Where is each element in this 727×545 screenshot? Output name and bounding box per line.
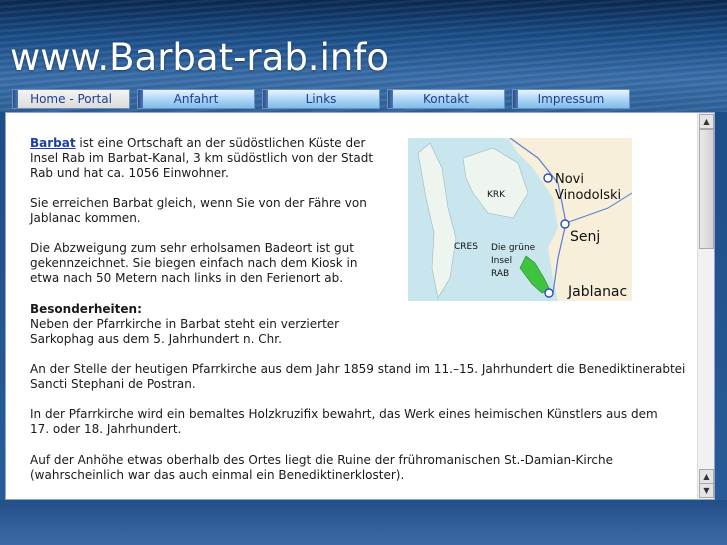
map-label-green2: Insel <box>491 256 512 266</box>
church-line: Sancti Stephani de Postran. <box>30 377 196 391</box>
features-heading: Besonderheiten: <box>30 302 142 316</box>
scroll-down-arrow-icon[interactable]: ▼ <box>699 483 714 498</box>
intro-text: ist eine Ortschaft an der südöstlichen K… <box>79 136 366 150</box>
scroll-up-arrow-icon[interactable]: ▲ <box>699 114 714 129</box>
scroll-up-arrow-icon[interactable]: ▲ <box>699 469 714 484</box>
intro-paragraph: Barbat ist eine Ortschaft an der südöstl… <box>30 136 365 151</box>
nav-grip <box>263 90 268 108</box>
barbat-link[interactable]: Barbat <box>30 136 76 150</box>
map-label-rab: RAB <box>491 269 509 279</box>
nav-home-portal[interactable]: Home - Portal <box>12 89 130 109</box>
intro-line: Rab und hat ca. 1056 Einwohner. <box>30 166 229 180</box>
map-label-vinodolski: Vinodolski <box>555 188 621 203</box>
nav-grip <box>388 90 393 108</box>
map-label-novi: Novi <box>555 172 584 187</box>
church-line: An der Stelle der heutigen Pfarrkirche a… <box>30 362 686 376</box>
region-map: Novi Vinodolski KRK Senj CRES Die grüne … <box>408 138 632 301</box>
nav-label: Home - Portal <box>30 92 112 106</box>
ruin-line: (wahrscheinlich war das auch einmal ein … <box>30 468 405 482</box>
map-label-jablanac: Jablanac <box>567 284 627 300</box>
nav-label: Links <box>305 92 337 106</box>
ferry-line: Jablanac kommen. <box>30 211 141 225</box>
nav-label: Anfahrt <box>173 92 219 106</box>
map-label-senj: Senj <box>570 229 600 245</box>
header-banner: www.Barbat-rab.info Home - Portal Anfahr… <box>0 0 727 112</box>
vertical-scrollbar[interactable]: ▲ ▲ ▼ <box>697 113 714 499</box>
map-label-green1: Die grüne <box>491 243 536 253</box>
features-line: Sarkophag aus dem 5. Jahrhundert n. Chr. <box>30 332 282 346</box>
map-label-krk: KRK <box>487 190 506 200</box>
turn-line: etwa nach 50 Metern nach links in den Fe… <box>30 271 344 285</box>
nav-links[interactable]: Links <box>262 89 380 109</box>
nav-impressum[interactable]: Impressum <box>512 89 630 109</box>
turn-line: gekennzeichnet. Sie biegen einfach nach … <box>30 256 358 270</box>
nav-anfahrt[interactable]: Anfahrt <box>137 89 255 109</box>
content-frame: Barbat ist eine Ortschaft an der südöstl… <box>5 112 715 500</box>
map-marker-novi <box>543 173 553 183</box>
features-line: Neben der Pfarrkirche in Barbat steht ei… <box>30 317 340 331</box>
nav-grip <box>138 90 143 108</box>
scroll-thumb[interactable] <box>699 129 714 249</box>
ferry-line: Sie erreichen Barbat gleich, wenn Sie vo… <box>30 196 367 210</box>
turn-line: Die Abzweigung zum sehr erholsamen Badeo… <box>30 241 354 255</box>
nav-label: Kontakt <box>423 92 469 106</box>
map-marker-jablanac <box>544 288 554 298</box>
crucifix-line: 17. oder 18. Jahrhundert. <box>30 422 182 436</box>
nav-grip <box>513 90 518 108</box>
nav-label: Impressum <box>537 92 605 106</box>
main-nav: Home - Portal Anfahrt Links Kontakt Impr… <box>12 89 634 109</box>
nav-kontakt[interactable]: Kontakt <box>387 89 505 109</box>
content-area: Barbat ist eine Ortschaft an der südöstl… <box>6 113 696 499</box>
ruin-line: Auf der Anhöhe etwas oberhalb des Ortes … <box>30 453 613 467</box>
map-marker-senj <box>560 219 570 229</box>
intro-line: Insel Rab im Barbat-Kanal, 3 km südöstli… <box>30 151 374 165</box>
map-label-cres: CRES <box>454 242 478 252</box>
nav-grip <box>13 90 18 108</box>
site-title: www.Barbat-rab.info <box>10 36 389 79</box>
footer-band <box>0 500 727 545</box>
crucifix-line: In der Pfarrkirche wird ein bemaltes Hol… <box>30 407 658 421</box>
